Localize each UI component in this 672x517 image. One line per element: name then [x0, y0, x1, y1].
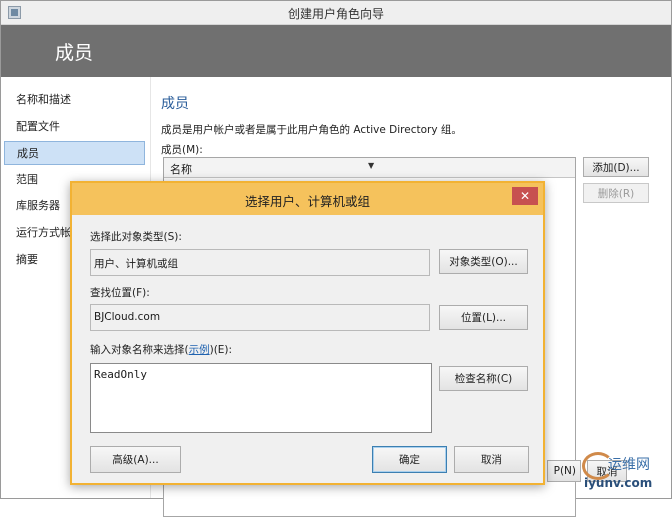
- object-names-label: 输入对象名称来选择(示例)(E):: [90, 344, 233, 356]
- wizard-banner: 成员: [1, 25, 671, 77]
- page-heading: 成员: [161, 96, 189, 112]
- object-names-input[interactable]: ReadOnly: [90, 363, 432, 433]
- sort-arrow-icon: ▼: [368, 161, 375, 170]
- examples-link[interactable]: 示例: [189, 344, 210, 356]
- nav-item-profile[interactable]: 配置文件: [4, 115, 145, 139]
- members-label: 成员(M):: [161, 144, 203, 156]
- members-list-header[interactable]: 名称 ▼: [164, 158, 575, 178]
- next-button[interactable]: P(N): [547, 460, 581, 482]
- object-type-field: 用户、计算机或组: [90, 249, 430, 276]
- object-type-label: 选择此对象类型(S):: [90, 231, 182, 243]
- select-users-dialog: 选择用户、计算机或组 ✕ 选择此对象类型(S): 用户、计算机或组 对象类型(O…: [70, 181, 545, 485]
- advanced-button[interactable]: 高级(A)...: [90, 446, 181, 473]
- ok-button[interactable]: 确定: [372, 446, 447, 473]
- nav-item-members[interactable]: 成员: [4, 141, 145, 165]
- object-types-button[interactable]: 对象类型(O)...: [439, 249, 528, 274]
- page-description: 成员是用户帐户或者是属于此用户角色的 Active Directory 组。: [161, 124, 462, 136]
- dialog-title-bar: 选择用户、计算机或组 ✕: [72, 183, 543, 215]
- column-name[interactable]: 名称: [170, 161, 192, 177]
- watermark-logo: 运维网 iyunv.com: [580, 452, 668, 496]
- location-label: 查找位置(F):: [90, 287, 150, 299]
- cancel-button[interactable]: 取消: [454, 446, 529, 473]
- banner-title: 成员: [55, 42, 94, 64]
- title-bar: 创建用户角色向导: [1, 1, 671, 25]
- dialog-title: 选择用户、计算机或组: [244, 194, 370, 209]
- nav-item-name-description[interactable]: 名称和描述: [4, 88, 145, 112]
- location-field: BJCloud.com: [90, 304, 430, 331]
- remove-button[interactable]: 删除(R): [583, 183, 649, 203]
- check-names-button[interactable]: 检查名称(C): [439, 366, 528, 391]
- add-button[interactable]: 添加(D)...: [583, 157, 649, 177]
- close-icon[interactable]: ✕: [512, 187, 538, 205]
- locations-button[interactable]: 位置(L)...: [439, 305, 528, 330]
- window-title: 创建用户角色向导: [287, 7, 384, 21]
